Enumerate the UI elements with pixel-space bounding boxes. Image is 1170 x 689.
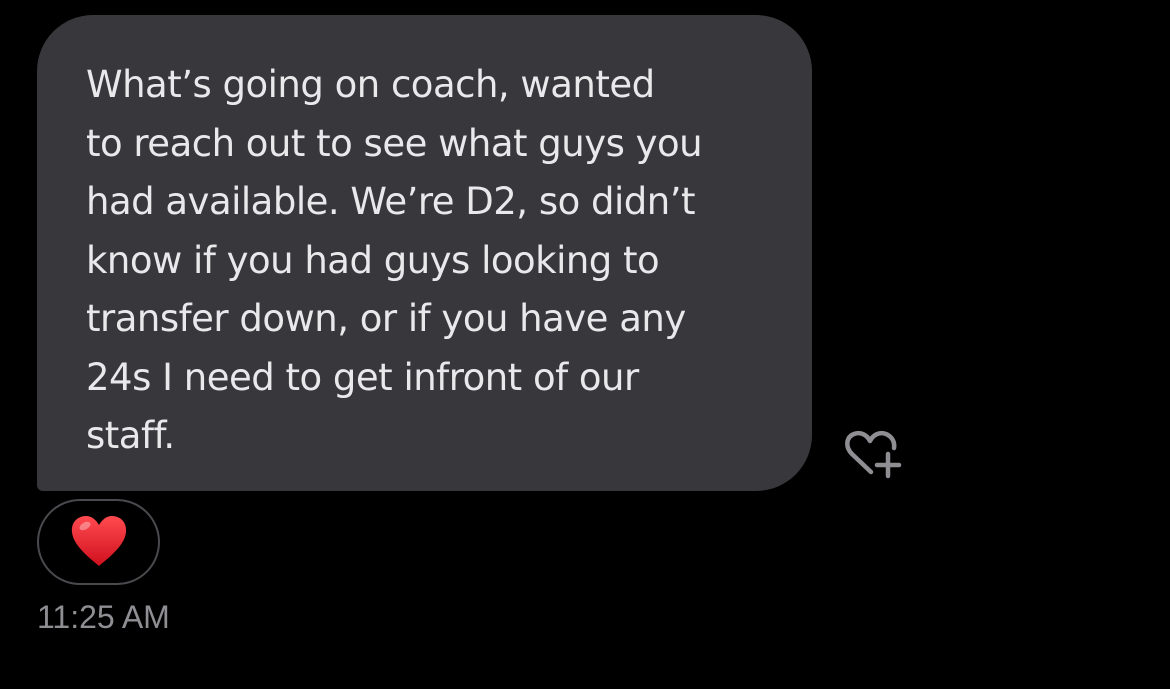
red-heart-icon [71,516,126,566]
message-text: What’s going on coach, wanted to reach o… [86,56,786,466]
heart-plus-icon [845,430,902,479]
message-line: had available. We’re D2, so didn’t [86,180,695,223]
message-line: to reach out to see what guys you [86,121,703,165]
message-line: What’s going on coach, wanted [86,63,655,106]
reaction-pill[interactable] [37,499,160,585]
message-line: 24s I need to get infront of our [86,355,639,399]
message-line: staff. [86,414,175,457]
add-reaction-button[interactable] [838,428,908,488]
message-bubble[interactable]: What’s going on coach, wanted to reach o… [37,15,812,491]
message-timestamp: 11:25 AM [37,599,170,635]
message-line: know if you had guys looking to [86,238,660,282]
message-line: transfer down, or if you have any [86,297,686,340]
